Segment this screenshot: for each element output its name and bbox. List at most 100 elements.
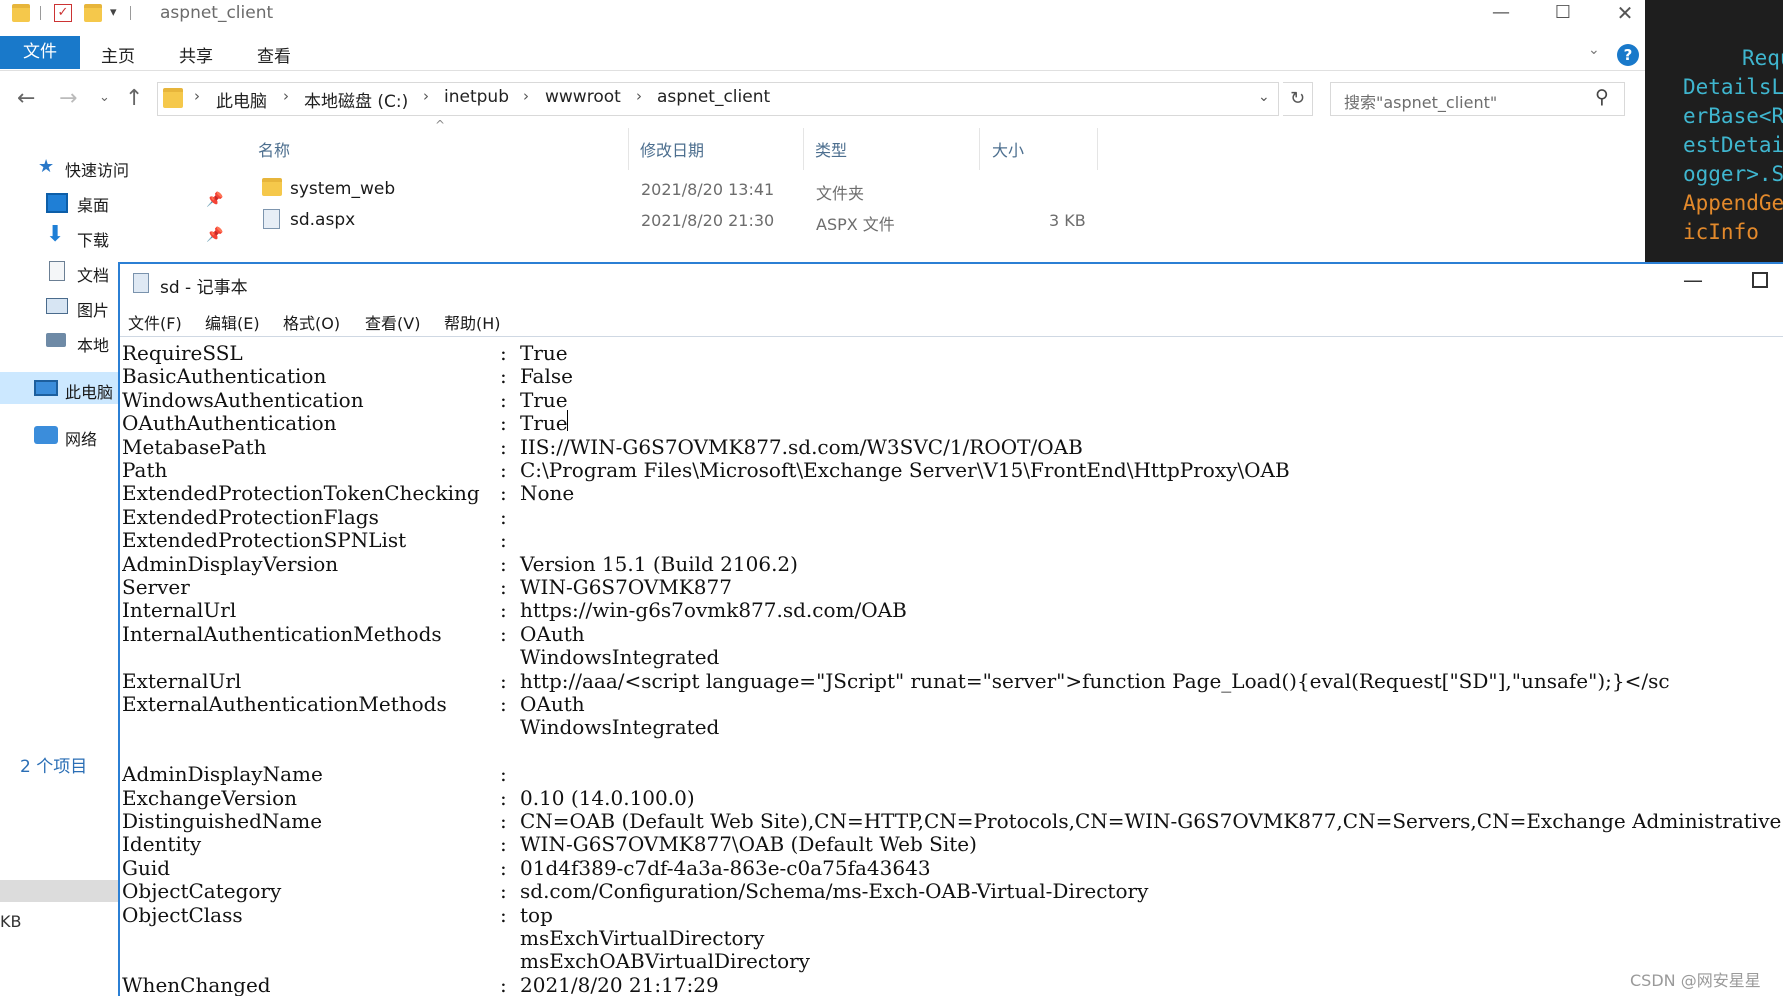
nav-desktop[interactable]: 桌面 <box>77 192 109 216</box>
nav-documents[interactable]: 文档 <box>77 262 109 286</box>
code-line: ogger>.S <box>1683 162 1783 186</box>
line-value: sd.com/Configuration/Schema/ms-Exch-OAB-… <box>520 879 1149 904</box>
recent-locations-chevron-icon[interactable]: ⌄ <box>99 90 110 105</box>
line-separator: : <box>500 855 507 880</box>
search-icon[interactable]: ⚲ <box>1595 86 1609 108</box>
breadcrumb-this-pc[interactable]: 此电脑 <box>216 87 267 112</box>
file-name[interactable]: sd.aspx <box>290 210 355 230</box>
menu-view[interactable]: 查看(V) <box>365 310 420 334</box>
code-line: icInfo <box>1683 220 1759 244</box>
new-folder-icon[interactable] <box>84 4 102 22</box>
line-value: WindowsIntegrated <box>520 715 720 740</box>
line-value: False <box>520 364 573 389</box>
line-key: ObjectClass <box>122 902 243 927</box>
text-line: ObjectCategory: sd.com/Configuration/Sche… <box>122 879 1783 903</box>
breadcrumb-wwwroot[interactable]: wwwroot <box>545 87 621 107</box>
notepad-maximize-button[interactable] <box>1752 272 1768 288</box>
ribbon-bar <box>0 36 1645 71</box>
line-key: InternalUrl <box>122 598 237 623</box>
file-name[interactable]: system_web <box>290 179 395 199</box>
nav-local[interactable]: 本地 <box>77 332 109 356</box>
line-separator: : <box>500 762 507 787</box>
breadcrumb-local-disk[interactable]: 本地磁盘 (C:) <box>304 87 408 112</box>
line-separator: : <box>500 551 507 576</box>
folder-icon <box>262 178 282 196</box>
line-value: None <box>520 481 575 506</box>
column-divider[interactable] <box>628 128 629 170</box>
address-folder-icon <box>163 88 183 108</box>
line-value: Version 15.1 (Build 2106.2) <box>520 551 798 576</box>
pin-icon[interactable]: 📌 <box>206 227 223 243</box>
line-separator: : <box>500 458 507 482</box>
forward-arrow-icon[interactable]: → <box>59 86 77 111</box>
nav-network[interactable]: 网络 <box>65 426 97 450</box>
search-placeholder: 搜索"aspnet_client" <box>1344 93 1498 112</box>
pin-icon[interactable]: 📌 <box>206 192 223 208</box>
text-line: BasicAuthentication: False <box>122 364 1783 388</box>
notepad-icon <box>133 273 149 293</box>
address-history-dropdown-icon[interactable]: ⌄ <box>1258 89 1270 105</box>
sort-ascending-icon: ^ <box>435 118 446 132</box>
column-header-date[interactable]: 修改日期 <box>640 137 704 161</box>
file-date: 2021/8/20 21:30 <box>641 211 775 230</box>
line-key: ExchangeVersion <box>122 785 297 810</box>
tab-share[interactable]: 共享 <box>179 42 213 67</box>
column-header-name[interactable]: 名称 <box>258 137 290 161</box>
menu-help[interactable]: 帮助(H) <box>444 310 501 334</box>
line-key: Identity <box>122 832 202 857</box>
back-arrow-icon[interactable]: ← <box>17 86 35 111</box>
line-separator: : <box>500 341 507 365</box>
minimize-button[interactable]: — <box>1470 0 1532 28</box>
text-line: ExternalAuthenticationMethods: OAuth <box>122 692 1783 716</box>
menu-file[interactable]: 文件(F) <box>128 310 182 334</box>
line-separator: : <box>500 621 507 646</box>
tab-file[interactable]: 文件 <box>0 36 80 69</box>
properties-check-icon[interactable]: ✓ <box>54 4 72 22</box>
line-value: CN=OAB (Default Web Site),CN=HTTP,CN=Pro… <box>520 809 1783 833</box>
menu-format[interactable]: 格式(O) <box>283 310 340 334</box>
toolbar-separator <box>130 6 131 20</box>
nav-quick-access[interactable]: 快速访问 <box>65 157 129 181</box>
line-key: Guid <box>122 855 171 880</box>
refresh-icon[interactable]: ↻ <box>1283 82 1313 116</box>
notepad-text-area[interactable]: RequireSSL: True BasicAuthentication: False… <box>122 341 1783 996</box>
quick-access-dropdown-icon[interactable]: ▾ <box>110 5 117 20</box>
line-key: Server <box>122 575 190 599</box>
tab-home[interactable]: 主页 <box>101 42 135 67</box>
line-separator: : <box>500 809 507 833</box>
column-header-type[interactable]: 类型 <box>815 137 847 161</box>
line-separator: : <box>500 785 507 810</box>
column-divider[interactable] <box>979 128 980 170</box>
help-icon[interactable]: ? <box>1617 44 1639 66</box>
menu-edit[interactable]: 编辑(E) <box>205 310 260 334</box>
nav-pictures[interactable]: 图片 <box>77 297 109 321</box>
text-line: WindowsAuthentication: True <box>122 388 1783 412</box>
text-line: ExternalUrl: http://aaa/<script language=… <box>122 669 1783 693</box>
text-line: DistinguishedName: CN=OAB (Default Web Si… <box>122 809 1783 833</box>
ribbon-expand-chevron-icon[interactable]: ⌄ <box>1588 42 1600 58</box>
tab-view[interactable]: 查看 <box>257 42 291 67</box>
maximize-button[interactable]: ☐ <box>1532 0 1594 28</box>
breadcrumb-aspnet-client[interactable]: aspnet_client <box>657 87 770 107</box>
up-arrow-icon[interactable]: ↑ <box>125 86 143 111</box>
text-line: MetabasePath: IIS://WIN-G6S7OVMK877.sd.co… <box>122 435 1783 459</box>
line-key: AdminDisplayVersion <box>122 551 339 576</box>
status-item-count: 2 个项目 <box>20 757 88 777</box>
breadcrumb-chevron-icon[interactable]: › <box>283 87 289 105</box>
nav-this-pc[interactable]: 此电脑 <box>65 379 113 403</box>
notepad-title: sd - 记事本 <box>160 278 248 298</box>
breadcrumb-chevron-icon[interactable]: › <box>194 87 200 105</box>
code-line: Requ <box>1742 46 1783 70</box>
breadcrumb-inetpub[interactable]: inetpub <box>444 87 509 107</box>
breadcrumb-chevron-icon[interactable]: › <box>423 87 429 105</box>
breadcrumb-chevron-icon[interactable]: › <box>636 87 642 105</box>
column-divider[interactable] <box>1097 128 1098 170</box>
line-value: 0.10 (14.0.100.0) <box>520 785 695 810</box>
line-key: WindowsAuthentication <box>122 387 364 412</box>
nav-downloads[interactable]: 下载 <box>77 227 109 251</box>
notepad-minimize-button[interactable]: — <box>1683 268 1703 292</box>
column-header-size[interactable]: 大小 <box>992 137 1024 161</box>
column-divider[interactable] <box>803 128 804 170</box>
breadcrumb-chevron-icon[interactable]: › <box>523 87 529 105</box>
network-icon <box>34 426 58 444</box>
